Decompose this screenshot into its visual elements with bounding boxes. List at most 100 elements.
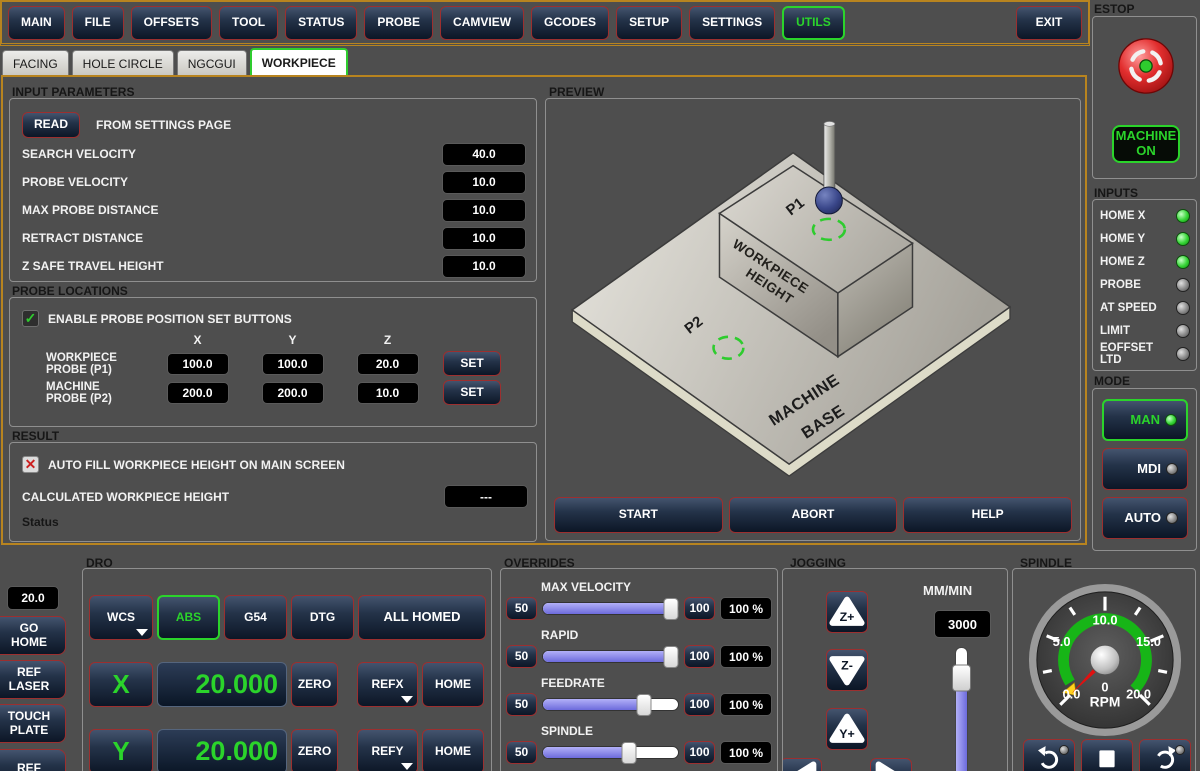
- p2-x-value[interactable]: 200.0: [167, 382, 229, 404]
- mode-man-button[interactable]: MAN: [1102, 399, 1188, 441]
- jog-z-plus-button[interactable]: Z+: [826, 591, 868, 633]
- p1-x-value[interactable]: 100.0: [167, 353, 229, 375]
- abs-button[interactable]: ABS: [157, 595, 220, 640]
- touch-plate-button[interactable]: TOUCH PLATE: [0, 704, 66, 743]
- feedrate-max-button[interactable]: 100: [684, 693, 715, 716]
- y-axis-button[interactable]: Y: [89, 729, 153, 771]
- menu-tool[interactable]: TOOL: [219, 6, 278, 40]
- y-zero-button[interactable]: ZERO: [291, 729, 338, 771]
- spindle-min-button[interactable]: 50: [506, 741, 537, 764]
- menu-main[interactable]: MAIN: [8, 6, 65, 40]
- g54-button[interactable]: G54: [224, 595, 287, 640]
- x-ref-dropdown[interactable]: REFX: [357, 662, 418, 707]
- max-velocity-slider[interactable]: [542, 602, 679, 615]
- menu-probe[interactable]: PROBE: [364, 6, 433, 40]
- feedrate-min-button[interactable]: 50: [506, 693, 537, 716]
- menu-camview[interactable]: CAMVIEW: [440, 6, 524, 40]
- jog-x-plus-button[interactable]: X+: [870, 758, 912, 771]
- mode-mdi-button[interactable]: MDI: [1102, 448, 1188, 490]
- y-home-button[interactable]: HOME: [422, 729, 484, 771]
- slider-handle[interactable]: [952, 665, 971, 692]
- menu-offsets[interactable]: OFFSETS: [131, 6, 212, 40]
- slider-handle[interactable]: [664, 646, 679, 668]
- field-label: RETRACT DISTANCE: [22, 231, 143, 245]
- max-velocity-min-button[interactable]: 50: [506, 597, 537, 620]
- mode-auto-button[interactable]: AUTO: [1102, 497, 1188, 539]
- rapid-min-button[interactable]: 50: [506, 645, 537, 668]
- slider-handle[interactable]: [664, 598, 679, 620]
- menu-file[interactable]: FILE: [72, 6, 124, 40]
- p2-set-button[interactable]: SET: [443, 380, 501, 405]
- mode-man-label: MAN: [1130, 413, 1160, 427]
- chevron-down-icon: [401, 696, 413, 703]
- machine-on-button[interactable]: MACHINE ON: [1112, 125, 1180, 163]
- max-probe-distance-value[interactable]: 10.0: [442, 199, 526, 222]
- ref-button[interactable]: REF: [0, 749, 66, 771]
- menu-status[interactable]: STATUS: [285, 6, 357, 40]
- exit-button[interactable]: EXIT: [1016, 6, 1082, 40]
- tab-facing[interactable]: FACING: [2, 50, 69, 76]
- start-button[interactable]: START: [554, 497, 723, 533]
- x-zero-button[interactable]: ZERO: [291, 662, 338, 707]
- search-velocity-value[interactable]: 40.0: [442, 143, 526, 166]
- ref-laser-button[interactable]: REF LASER: [0, 660, 66, 699]
- wcs-dropdown[interactable]: WCS: [89, 595, 153, 640]
- feedrate-slider[interactable]: [542, 698, 679, 711]
- menu-settings[interactable]: SETTINGS: [689, 6, 775, 40]
- slider-handle[interactable]: [622, 742, 637, 764]
- jog-rate-slider[interactable]: [955, 647, 968, 771]
- arrow-up-icon: Y+: [828, 710, 866, 748]
- field-search-velocity: SEARCH VELOCITY 40.0: [10, 140, 536, 168]
- retract-distance-value[interactable]: 10.0: [442, 227, 526, 250]
- max-velocity-max-button[interactable]: 100: [684, 597, 715, 620]
- z-safe-travel-value[interactable]: 10.0: [442, 255, 526, 278]
- abort-button[interactable]: ABORT: [729, 497, 898, 533]
- rapid-max-button[interactable]: 100: [684, 645, 715, 668]
- p2-y-value[interactable]: 200.0: [262, 382, 324, 404]
- p1-z-value[interactable]: 20.0: [357, 353, 419, 375]
- y-axis-value: 20.000: [157, 729, 287, 771]
- spindle-max-button[interactable]: 100: [684, 741, 715, 764]
- refx-label: REFX: [371, 678, 403, 691]
- x-home-button[interactable]: HOME: [422, 662, 484, 707]
- probe-velocity-value[interactable]: 10.0: [442, 171, 526, 194]
- jog-x-minus-button[interactable]: X-: [782, 758, 822, 771]
- p1-y-value[interactable]: 100.0: [262, 353, 324, 375]
- rapid-slider[interactable]: [542, 650, 679, 663]
- dtg-button[interactable]: DTG: [291, 595, 354, 640]
- jog-rate-value[interactable]: 3000: [934, 610, 991, 638]
- all-homed-button[interactable]: ALL HOMED: [358, 595, 486, 640]
- menu-gcodes[interactable]: GCODES: [531, 6, 609, 40]
- enable-set-buttons-checkbox[interactable]: ✓: [22, 310, 39, 327]
- slider-handle[interactable]: [637, 694, 652, 716]
- home-x-led: [1176, 209, 1190, 223]
- mode-auto-label: AUTO: [1124, 511, 1161, 525]
- spindle-reverse-button[interactable]: [1023, 739, 1075, 771]
- chevron-down-icon: [136, 629, 148, 636]
- workpiece-probe-row: WORKPIECE PROBE (P1) 100.0 100.0 20.0 SE…: [10, 351, 536, 376]
- tab-workpiece[interactable]: WORKPIECE: [250, 48, 348, 76]
- help-button[interactable]: HELP: [903, 497, 1072, 533]
- field-label: PROBE VELOCITY: [22, 175, 128, 189]
- read-button[interactable]: READ: [22, 112, 80, 138]
- input-label: PROBE: [1100, 279, 1141, 291]
- x-axis-button[interactable]: X: [89, 662, 153, 707]
- gauge-hub: [1090, 645, 1120, 675]
- jog-y-plus-button[interactable]: Y+: [826, 708, 868, 750]
- spindle-slider[interactable]: [542, 746, 679, 759]
- slider-fill: [543, 603, 671, 614]
- jog-z-minus-button[interactable]: Z-: [826, 649, 868, 691]
- menu-utils[interactable]: UTILS: [782, 6, 845, 40]
- autofill-checkbox[interactable]: ✕: [22, 456, 39, 473]
- estop-button-icon[interactable]: [1111, 31, 1181, 101]
- input-parameters-title: INPUT PARAMETERS: [12, 85, 134, 99]
- go-home-button[interactable]: GO HOME: [0, 616, 66, 655]
- spindle-stop-button[interactable]: [1081, 739, 1133, 771]
- menu-setup[interactable]: SETUP: [616, 6, 682, 40]
- tab-hole-circle[interactable]: HOLE CIRCLE: [72, 50, 174, 76]
- tab-ngcgui[interactable]: NGCGUI: [177, 50, 247, 76]
- spindle-forward-button[interactable]: [1139, 739, 1191, 771]
- y-ref-dropdown[interactable]: REFY: [357, 729, 418, 771]
- p1-set-button[interactable]: SET: [443, 351, 501, 376]
- p2-z-value[interactable]: 10.0: [357, 382, 419, 404]
